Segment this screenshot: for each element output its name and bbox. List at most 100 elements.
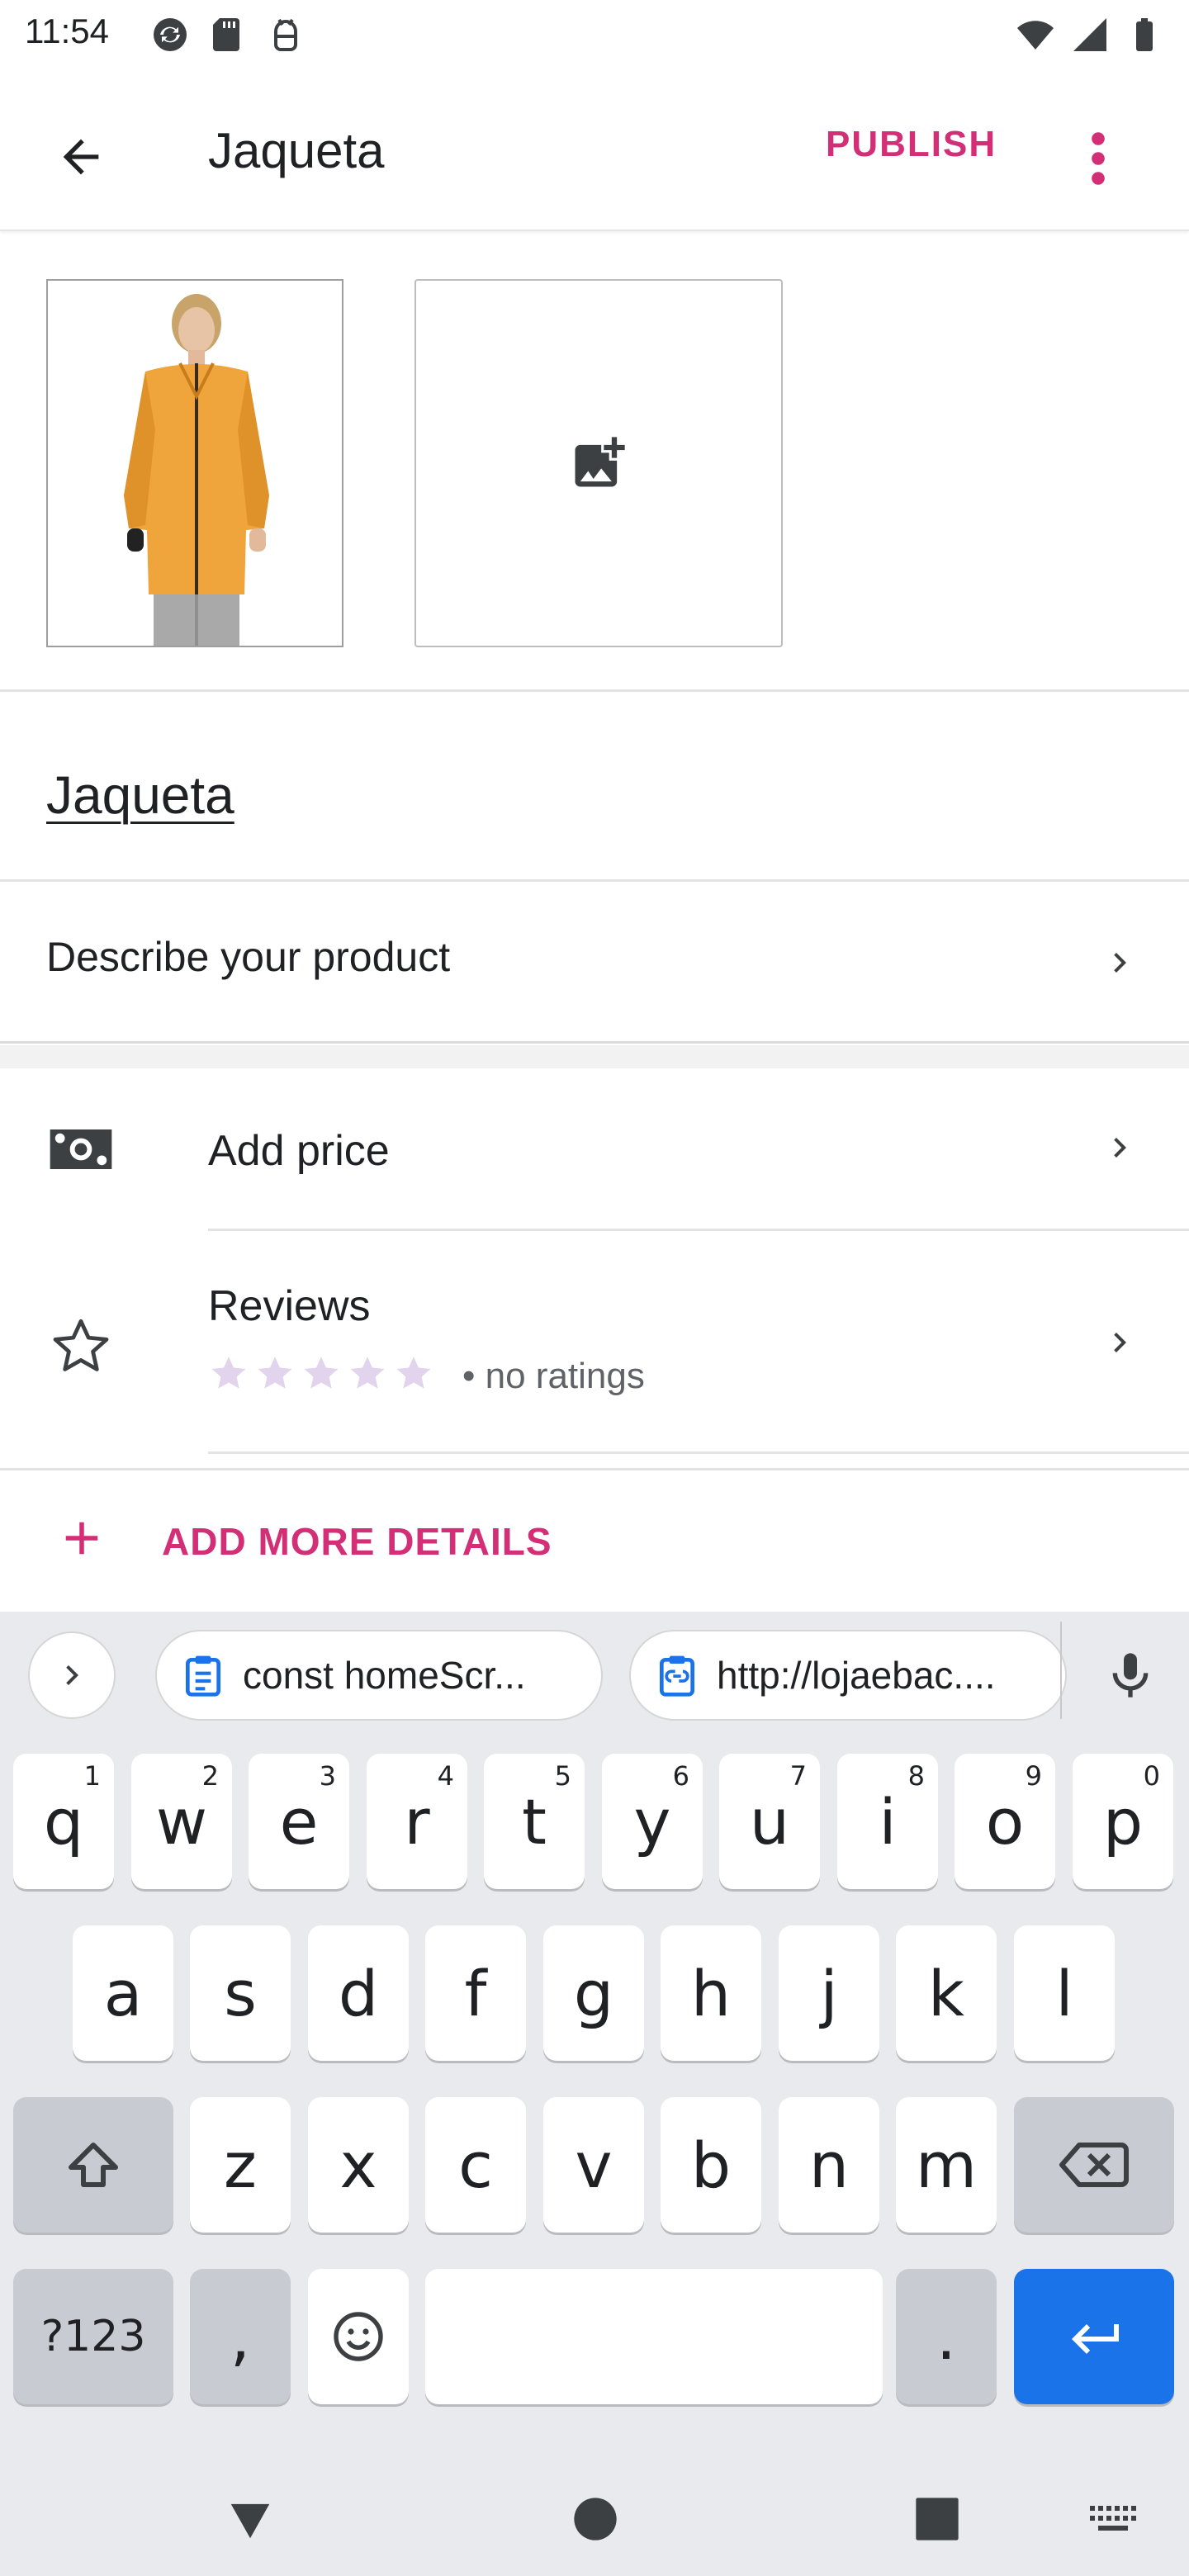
star-icon xyxy=(350,1357,385,1389)
status-bar: 11:54 xyxy=(0,0,1189,73)
key-v[interactable]: v xyxy=(543,2097,644,2233)
star-icon xyxy=(304,1357,339,1389)
voice-input-button[interactable] xyxy=(1095,1640,1166,1711)
key-y[interactable]: y6 xyxy=(602,1754,703,1889)
key-o[interactable]: o9 xyxy=(955,1754,1055,1889)
star-icon xyxy=(396,1357,431,1389)
key-h[interactable]: h xyxy=(661,1925,761,2061)
key-x[interactable]: x xyxy=(308,2097,409,2233)
comma-key[interactable]: , xyxy=(190,2269,291,2404)
product-title-section: Jaqueta xyxy=(0,694,1189,882)
section-divider xyxy=(0,1468,1189,1470)
symbols-key[interactable]: ?123 xyxy=(13,2269,173,2404)
key-b[interactable]: b xyxy=(661,2097,761,2233)
keyboard-suggestion-bar: const homeScr... http://lojaebac.... xyxy=(0,1612,1189,1729)
microphone-icon xyxy=(1112,1653,1149,1698)
key-e[interactable]: e3 xyxy=(249,1754,349,1889)
key-q[interactable]: q1 xyxy=(13,1754,114,1889)
key-k[interactable]: k xyxy=(896,1925,997,2061)
nav-recents-button[interactable] xyxy=(908,2490,966,2548)
space-key[interactable] xyxy=(425,2269,883,2404)
add-price-row[interactable]: Add price xyxy=(0,1068,1189,1231)
emoji-icon xyxy=(334,2312,383,2361)
app-bar: Jaqueta PUBLISH xyxy=(0,73,1189,231)
android-debug-icon xyxy=(274,18,297,51)
product-images xyxy=(0,233,1189,692)
period-key[interactable]: . xyxy=(896,2269,997,2404)
suggestions-expand-button[interactable] xyxy=(28,1631,116,1719)
key-p[interactable]: p0 xyxy=(1073,1754,1173,1889)
key-w[interactable]: w2 xyxy=(131,1754,232,1889)
add-price-label: Add price xyxy=(208,1127,390,1175)
key-t[interactable]: t5 xyxy=(484,1754,585,1889)
system-nav-bar xyxy=(0,2460,1189,2576)
keyboard-switch-button[interactable] xyxy=(1080,2490,1149,2548)
clipboard-suggestion-1[interactable]: const homeScr... xyxy=(155,1630,603,1721)
back-button[interactable] xyxy=(41,117,121,197)
add-photo-icon xyxy=(575,437,625,487)
star-outline-icon xyxy=(53,1319,109,1371)
key-f[interactable]: f xyxy=(425,1925,526,2061)
status-time: 11:54 xyxy=(25,12,109,50)
key-c[interactable]: c xyxy=(425,2097,526,2233)
nav-back-button[interactable] xyxy=(221,2490,279,2548)
key-a[interactable]: a xyxy=(73,1925,173,2061)
key-u[interactable]: u7 xyxy=(719,1754,820,1889)
sd-card-icon xyxy=(213,18,239,51)
arrow-back-icon xyxy=(63,139,99,175)
key-i[interactable]: i8 xyxy=(837,1754,938,1889)
more-vert-icon xyxy=(1092,132,1105,185)
product-image[interactable] xyxy=(46,279,343,647)
clipboard-suggestion-text: const homeScr... xyxy=(243,1654,526,1697)
suggestion-separator xyxy=(1060,1622,1062,1719)
enter-key[interactable] xyxy=(1014,2269,1174,2404)
nav-home-icon xyxy=(574,2498,617,2540)
shift-key[interactable] xyxy=(13,2097,173,2233)
product-title-field[interactable]: Jaqueta xyxy=(46,765,234,826)
star-icon xyxy=(211,1357,246,1389)
nav-back-icon xyxy=(230,2503,270,2539)
chevron-right-icon xyxy=(1114,1333,1126,1352)
key-m[interactable]: m xyxy=(896,2097,997,2233)
nav-home-button[interactable] xyxy=(566,2490,624,2548)
soft-keyboard: const homeScr... http://lojaebac.... q1 … xyxy=(0,1612,1189,2576)
rating-stars xyxy=(208,1352,434,1394)
key-d[interactable]: d xyxy=(308,1925,409,2061)
page-title: Jaqueta xyxy=(208,123,385,178)
enter-icon xyxy=(1072,2324,1119,2354)
jacket-photo xyxy=(48,281,342,646)
publish-button[interactable]: PUBLISH xyxy=(826,124,997,165)
add-image-button[interactable] xyxy=(414,279,783,647)
key-z[interactable]: z xyxy=(190,2097,291,2233)
key-s[interactable]: s xyxy=(190,1925,291,2061)
key-j[interactable]: j xyxy=(779,1925,879,2061)
signal-icon xyxy=(1073,18,1106,51)
clipboard-suggestion-2[interactable]: http://lojaebac.... xyxy=(629,1630,1067,1721)
money-icon xyxy=(50,1129,112,1169)
backspace-icon xyxy=(1059,2143,1129,2187)
describe-product-row[interactable]: Describe your product xyxy=(0,883,1189,1044)
key-n[interactable]: n xyxy=(779,2097,879,2233)
reviews-row[interactable]: Reviews • no ratings xyxy=(0,1232,1189,1454)
plus-icon xyxy=(65,1522,98,1555)
clipboard-icon xyxy=(186,1655,220,1697)
backspace-key[interactable] xyxy=(1014,2097,1174,2233)
describe-product-label: Describe your product xyxy=(46,934,451,980)
key-g[interactable]: g xyxy=(543,1925,644,2061)
add-more-details-label: ADD MORE DETAILS xyxy=(162,1520,552,1563)
emoji-key[interactable] xyxy=(308,2269,409,2404)
star-icon xyxy=(258,1357,292,1389)
clipboard-link-icon xyxy=(660,1655,694,1697)
chevron-right-icon xyxy=(66,1665,78,1685)
keyboard-icon xyxy=(1090,2506,1136,2531)
sync-icon xyxy=(154,18,187,51)
chevron-right-icon xyxy=(1114,952,1126,973)
nav-recents-icon xyxy=(916,2498,959,2540)
key-r[interactable]: r4 xyxy=(367,1754,467,1889)
overflow-menu-button[interactable] xyxy=(1073,119,1123,198)
add-more-details-button[interactable]: ADD MORE DETAILS xyxy=(0,1471,1189,1612)
wifi-icon xyxy=(1017,21,1054,50)
battery-icon xyxy=(1136,18,1153,51)
key-l[interactable]: l xyxy=(1014,1925,1115,2061)
row-divider xyxy=(208,1229,1189,1231)
